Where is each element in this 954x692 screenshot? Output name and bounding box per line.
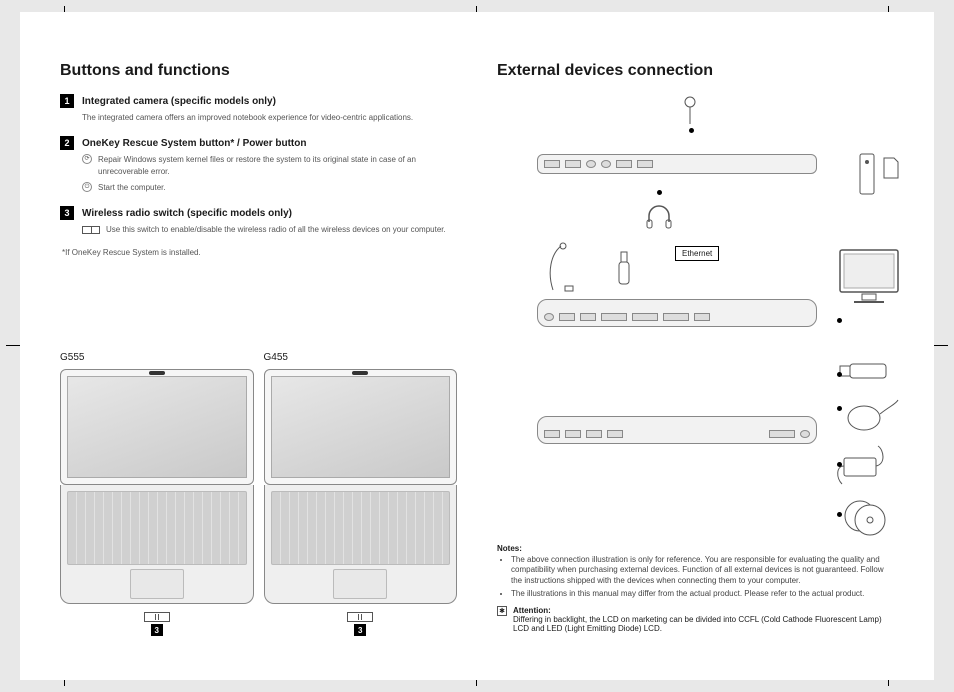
optical-disc-icon [842, 498, 886, 534]
audio-jack-icon [617, 252, 631, 286]
callout-dot [689, 128, 694, 133]
connection-diagram: Ethernet [497, 94, 894, 534]
camera-icon [149, 371, 165, 375]
item-2-title: OneKey Rescue System button* / Power but… [82, 138, 306, 149]
laptop-g555-illustration [60, 369, 254, 604]
heading-buttons-functions: Buttons and functions [60, 62, 457, 80]
attention-text: Differing in backlight, the LCD on marke… [513, 615, 894, 633]
callout-dot [837, 318, 842, 323]
item-1: 1 Integrated camera (specific models onl… [60, 94, 457, 124]
microphone-icon [681, 96, 699, 126]
note-2: The illustrations in this manual may dif… [511, 589, 894, 599]
note-1: The above connection illustration is onl… [511, 555, 894, 586]
usb-drive-icon [840, 362, 888, 380]
remote-icon [858, 152, 876, 196]
notes-heading: Notes: [497, 544, 522, 553]
item-3-title: Wireless radio switch (specific models o… [82, 208, 292, 219]
memory-card-icon [882, 156, 900, 180]
callout-dot [837, 462, 842, 467]
wireless-switch-icon [144, 612, 170, 622]
heading-external-devices: External devices connection [497, 62, 894, 80]
model-label-g455: G455 [264, 352, 458, 363]
mouse-icon [844, 396, 900, 432]
callout-number-1: 1 [60, 94, 74, 108]
model-label-g555: G555 [60, 352, 254, 363]
item-3: 3 Wireless radio switch (specific models… [60, 206, 457, 236]
ac-adapter-icon [834, 444, 886, 488]
attention-icon: ✱ [497, 606, 507, 616]
ethernet-label: Ethernet [675, 246, 719, 261]
lock-cable-icon [547, 242, 575, 292]
power-icon: ⏻ [82, 182, 92, 192]
item-1-title: Integrated camera (specific models only) [82, 96, 276, 107]
callout-number-3-under: 3 [151, 624, 163, 636]
item-3-line-1: Use this switch to enable/disable the wi… [106, 224, 446, 236]
callout-dot [657, 190, 662, 195]
camera-icon [352, 371, 368, 375]
item-2-line-2: Start the computer. [98, 182, 166, 194]
laptop-g455-illustration [264, 369, 458, 604]
attention-heading: Attention: [513, 606, 551, 615]
wireless-switch-icon [347, 612, 373, 622]
laptop-side-view [537, 416, 817, 444]
item-2-line-1: Repair Windows system kernel files or re… [98, 154, 457, 178]
callout-dot [837, 512, 842, 517]
laptop-rear-view [537, 299, 817, 327]
right-column: External devices connection Ethernet [497, 62, 894, 640]
item-2: 2 OneKey Rescue System button* / Power b… [60, 136, 457, 194]
item-1-text: The integrated camera offers an improved… [82, 112, 457, 124]
callout-number-2: 2 [60, 136, 74, 150]
laptop-illustrations: G555 3 G455 [60, 352, 457, 636]
headphones-icon [645, 202, 673, 230]
monitor-icon [838, 248, 900, 306]
footnote: *If OneKey Rescue System is installed. [60, 248, 457, 257]
left-column: Buttons and functions 1 Integrated camer… [60, 62, 457, 640]
laptop-front-view [537, 154, 817, 174]
callout-dot [837, 372, 842, 377]
wireless-switch-icon [82, 226, 100, 234]
callout-number-3-under: 3 [354, 624, 366, 636]
onekey-icon: ⟳ [82, 154, 92, 164]
callout-dot [837, 406, 842, 411]
manual-page: Buttons and functions 1 Integrated camer… [20, 12, 934, 680]
callout-number-3: 3 [60, 206, 74, 220]
notes-section: Notes: The above connection illustration… [497, 544, 894, 633]
